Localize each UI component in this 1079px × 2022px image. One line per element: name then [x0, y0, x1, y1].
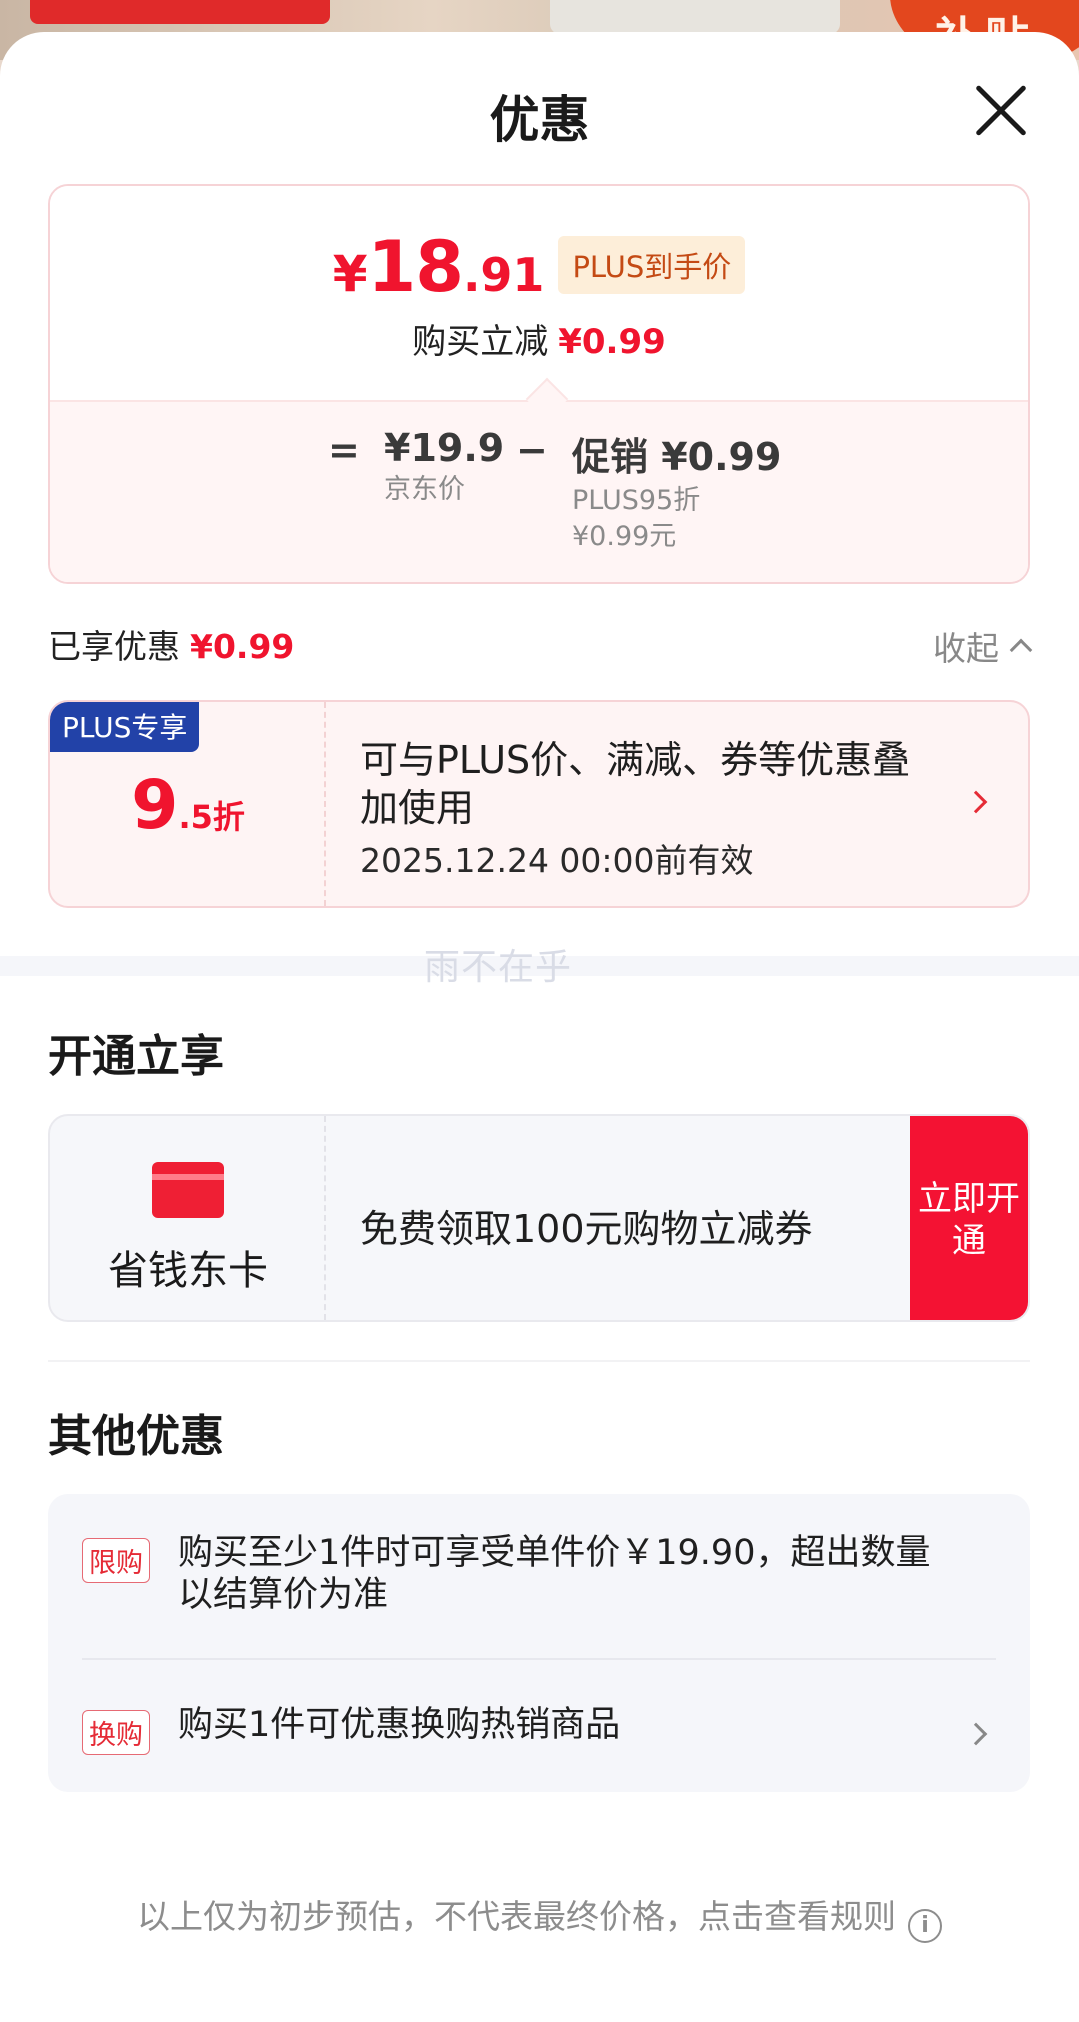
enjoyed-value: ¥0.99 [190, 627, 295, 666]
discount-bottom-sheet: 优惠 ¥18.91 PLUS到手价 购买立减 ¥0.99 = ¥19.9 京东价 −… [0, 32, 1079, 2022]
chevron-up-icon [1009, 638, 1033, 662]
other-section-title: 其他优惠 [48, 1411, 224, 1462]
reduce-value: ¥0.99 [558, 322, 666, 362]
enjoyed-label: 已享优惠 [48, 627, 180, 666]
watermark: 雨不在乎 [424, 947, 573, 988]
credit-card-icon [152, 1162, 224, 1218]
plus-discount-coupon[interactable]: PLUS专享 9.5折 可与PLUS价、满减、券等优惠叠加使用 2025.12.… [48, 700, 1030, 908]
minus-sign: − [516, 428, 548, 472]
final-price: ¥18.91 [332, 226, 545, 308]
promo-block: 促销 ¥0.99 PLUS95折 ¥0.99元 [572, 426, 781, 555]
open-now-button[interactable]: 立即开通 [910, 1116, 1028, 1320]
promo-sub2: ¥0.99元 [572, 521, 677, 552]
enjoyed-discount: 已享优惠 ¥0.99 [48, 620, 294, 668]
other-offers-box: 限购 购买至少1件时可享受单件价￥19.90，超出数量以结算价为准 换购 购买1… [48, 1494, 1030, 1792]
offers-divider [82, 1658, 996, 1660]
card-name: 省钱东卡 [108, 1248, 268, 1294]
jd-price-block: ¥19.9 京东价 [384, 426, 504, 508]
equals-sign: = [328, 428, 360, 472]
price-top-section: ¥18.91 PLUS到手价 购买立减 ¥0.99 [50, 186, 1028, 400]
collapse-toggle[interactable]: 收起 [933, 622, 1033, 670]
background-product-pack [550, 0, 840, 34]
limit-purchase-tag: 限购 [82, 1538, 150, 1583]
close-icon[interactable] [973, 82, 1029, 138]
promo-sub1: PLUS95折 [572, 485, 701, 516]
open-section-title: 开通立享 [48, 1031, 224, 1082]
exchange-purchase-text: 购买1件可优惠换购热销商品 [178, 1705, 621, 1745]
plus-exclusive-tag: PLUS专享 [50, 702, 200, 752]
final-price-row: ¥18.91 PLUS到手价 [50, 226, 1028, 308]
coupon-discount: 9.5折 [131, 766, 245, 845]
rules-footer-link[interactable]: 以上仅为初步预估，不代表最终价格，点击查看规则 i [0, 1890, 1079, 1943]
jd-price-label: 京东价 [384, 474, 465, 505]
background-red-block [30, 0, 330, 24]
sheet-title: 优惠 [489, 91, 590, 149]
coupon-valid-date: 2025.12.24 00:00前有效 [360, 841, 754, 880]
chevron-right-icon [964, 790, 988, 814]
exchange-purchase-tag: 换购 [82, 1710, 150, 1755]
thin-separator [48, 1360, 1030, 1362]
savings-card-offer: 省钱东卡 免费领取100元购物立减券 立即开通 [48, 1114, 1030, 1322]
footer-note-text: 以上仅为初步预估，不代表最终价格，点击查看规则 [137, 1897, 896, 1936]
card-description: 免费领取100元购物立减券 [360, 1207, 813, 1251]
promo-amount: 促销 ¥0.99 [572, 435, 782, 479]
collapse-label: 收起 [933, 629, 999, 668]
coupon-description: 可与PLUS价、满减、券等优惠叠加使用 [360, 738, 911, 830]
reduce-label: 购买立减 [412, 322, 549, 362]
price-breakdown: = ¥19.9 京东价 − 促销 ¥0.99 PLUS95折 ¥0.99元 [50, 400, 1028, 582]
limit-purchase-text: 购买至少1件时可享受单件价￥19.90，超出数量以结算价为准 [178, 1533, 931, 1615]
price-summary-card: ¥18.91 PLUS到手价 购买立减 ¥0.99 = ¥19.9 京东价 − 促销… [48, 184, 1030, 584]
info-icon: i [908, 1909, 942, 1943]
plus-price-tag: PLUS到手价 [558, 236, 746, 294]
exchange-purchase-row[interactable]: 换购 购买1件可优惠换购热销商品 [82, 1705, 996, 1760]
jd-price: ¥19.9 [384, 426, 505, 470]
instant-reduce-row: 购买立减 ¥0.99 [50, 314, 1028, 363]
